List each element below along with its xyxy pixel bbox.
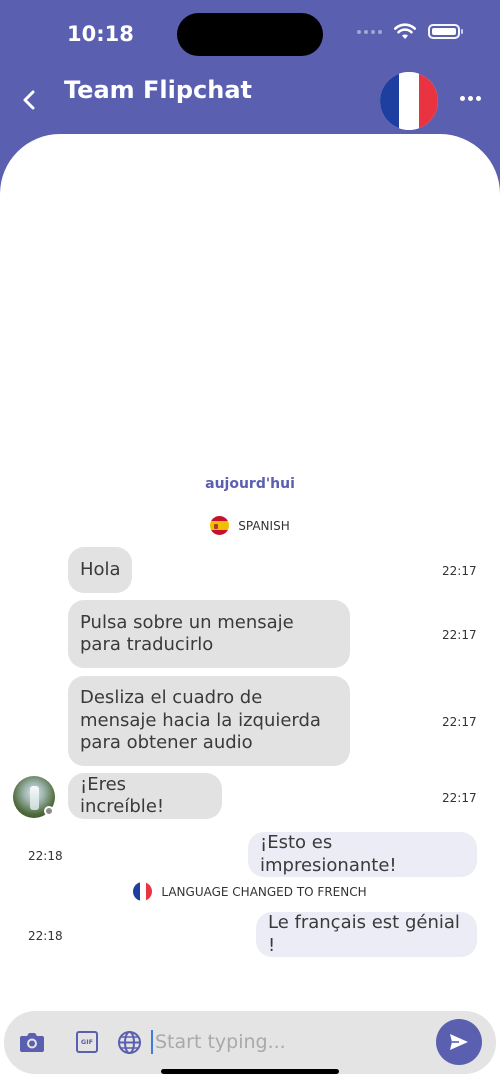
france-flag-avatar[interactable]: [380, 72, 438, 130]
battery-icon: [428, 24, 463, 39]
home-indicator: [161, 1069, 339, 1074]
date-separator: aujourd'hui: [205, 476, 295, 492]
message-text: Pulsa sobre un mensaje para traducirlo: [80, 611, 294, 656]
language-note-label: SPANISH: [238, 518, 290, 533]
back-arrow-icon[interactable]: [18, 88, 42, 112]
message-text: ¡Esto es impresionante!: [260, 832, 397, 876]
message-time: 22:17: [442, 715, 477, 729]
language-note-label: LANGUAGE CHANGED TO FRENCH: [161, 884, 367, 899]
message-time: 22:17: [442, 628, 477, 642]
cellular-signal-icon: [357, 29, 382, 34]
gif-icon[interactable]: GIF: [76, 1031, 98, 1053]
message-time: 22:17: [442, 564, 477, 578]
chat-title[interactable]: Team Flipchat: [64, 76, 252, 104]
dynamic-island: [177, 13, 323, 56]
language-note: LANGUAGE CHANGED TO FRENCH: [0, 882, 500, 901]
message-text: Hola: [80, 558, 121, 580]
globe-icon[interactable]: [117, 1030, 142, 1055]
language-note: SPANISH: [0, 516, 500, 535]
message-text: Desliza el cuadro de mensaje hacia la iz…: [80, 687, 321, 754]
camera-icon[interactable]: [19, 1030, 45, 1054]
spain-flag-icon: [210, 516, 230, 535]
incoming-message-bubble[interactable]: ¡Eres increíble!: [68, 773, 222, 819]
text-caret: [151, 1030, 153, 1054]
message-time: 22:18: [28, 929, 63, 943]
outgoing-message-bubble[interactable]: ¡Esto es impresionante!: [248, 832, 477, 877]
send-button[interactable]: [436, 1019, 482, 1065]
message-input[interactable]: Start typing...: [155, 1031, 286, 1053]
message-time: 22:18: [28, 849, 63, 863]
send-icon: [450, 1034, 468, 1050]
incoming-message-bubble[interactable]: Hola: [68, 547, 132, 593]
incoming-message-bubble[interactable]: Pulsa sobre un mensaje para traducirlo: [68, 600, 350, 668]
wifi-icon: [394, 23, 416, 39]
message-text: Le français est génial !: [268, 912, 460, 956]
outgoing-message-bubble[interactable]: Le français est génial !: [256, 912, 477, 957]
more-options-icon[interactable]: [460, 96, 481, 101]
status-time: 10:18: [67, 22, 134, 46]
status-icons: [357, 23, 463, 40]
message-time: 22:17: [442, 791, 477, 805]
gif-label: GIF: [80, 1038, 94, 1046]
france-flag-icon: [133, 882, 153, 901]
presence-indicator: [44, 806, 54, 816]
message-text: ¡Eres increíble!: [80, 773, 165, 818]
incoming-message-bubble[interactable]: Desliza el cuadro de mensaje hacia la iz…: [68, 676, 350, 766]
